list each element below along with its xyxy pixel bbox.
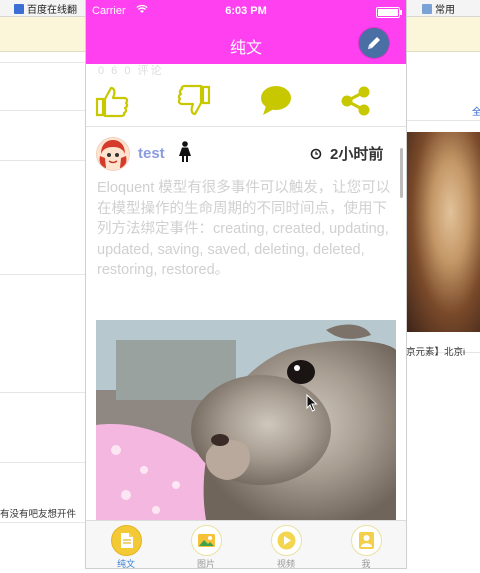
thumbs-down-icon — [177, 84, 211, 116]
image-icon — [191, 525, 222, 556]
post-time: 2小时前 — [330, 146, 384, 163]
background-snippet[interactable]: 有没有吧友想开件 — [0, 506, 76, 520]
post-image[interactable] — [96, 320, 396, 520]
play-icon — [271, 525, 302, 556]
post-username[interactable]: test — [138, 145, 165, 162]
bookmark-baidu-translate[interactable]: 百度在线翻 — [14, 1, 77, 16]
tab-label: 图片 — [196, 559, 215, 568]
share-button[interactable] — [338, 84, 374, 118]
pencil-icon — [368, 37, 380, 49]
background-food-photo — [406, 132, 480, 332]
status-bar: Carrier 6:03 PM — [86, 0, 406, 22]
translate-icon — [14, 4, 24, 14]
like-button[interactable] — [94, 84, 130, 118]
battery-icon — [376, 7, 402, 18]
clock-icon — [310, 147, 322, 165]
squirrel-photo — [96, 320, 396, 520]
phone-screen: Carrier 6:03 PM 纯文 0 6 0 评论 test 2小时前 El… — [86, 0, 406, 568]
background-caption[interactable]: 京元素】北京i — [406, 344, 465, 358]
scrollbar[interactable] — [400, 148, 403, 198]
post-header: test 2小时前 — [86, 127, 406, 177]
dislike-button[interactable] — [176, 84, 212, 118]
background-link[interactable]: 全 — [472, 104, 480, 118]
compose-button[interactable] — [359, 28, 389, 58]
tab-bar: 纯文 图片 视频 我 — [86, 520, 406, 568]
folder-icon — [422, 4, 432, 14]
status-time: 6:03 PM — [225, 5, 267, 17]
comment-icon — [261, 86, 291, 115]
tab-video[interactable]: 视频 — [246, 521, 326, 568]
tab-label: 视频 — [276, 559, 295, 568]
mouse-pointer-icon — [306, 393, 318, 417]
post-actions — [86, 76, 406, 127]
navigation-bar: Carrier 6:03 PM 纯文 — [86, 0, 406, 64]
tab-label: 纯文 — [116, 559, 135, 568]
tab-text[interactable]: 纯文 — [86, 521, 166, 568]
post-body-text: Eloquent 模型有很多事件可以触发，让您可以在模型操作的生命周期的不同时间… — [97, 180, 391, 278]
female-icon — [178, 141, 192, 168]
tab-label: 我 — [361, 559, 371, 568]
tab-images[interactable]: 图片 — [166, 521, 246, 568]
share-icon — [341, 86, 370, 116]
avatar[interactable] — [96, 137, 130, 171]
thumbs-up-icon — [95, 86, 129, 118]
user-icon — [351, 525, 382, 556]
nav-title: 纯文 — [229, 40, 262, 57]
comment-button[interactable] — [258, 84, 294, 118]
tab-me[interactable]: 我 — [326, 521, 406, 568]
document-icon — [111, 525, 142, 556]
bookmark-folder-common[interactable]: 常用 — [422, 1, 455, 16]
